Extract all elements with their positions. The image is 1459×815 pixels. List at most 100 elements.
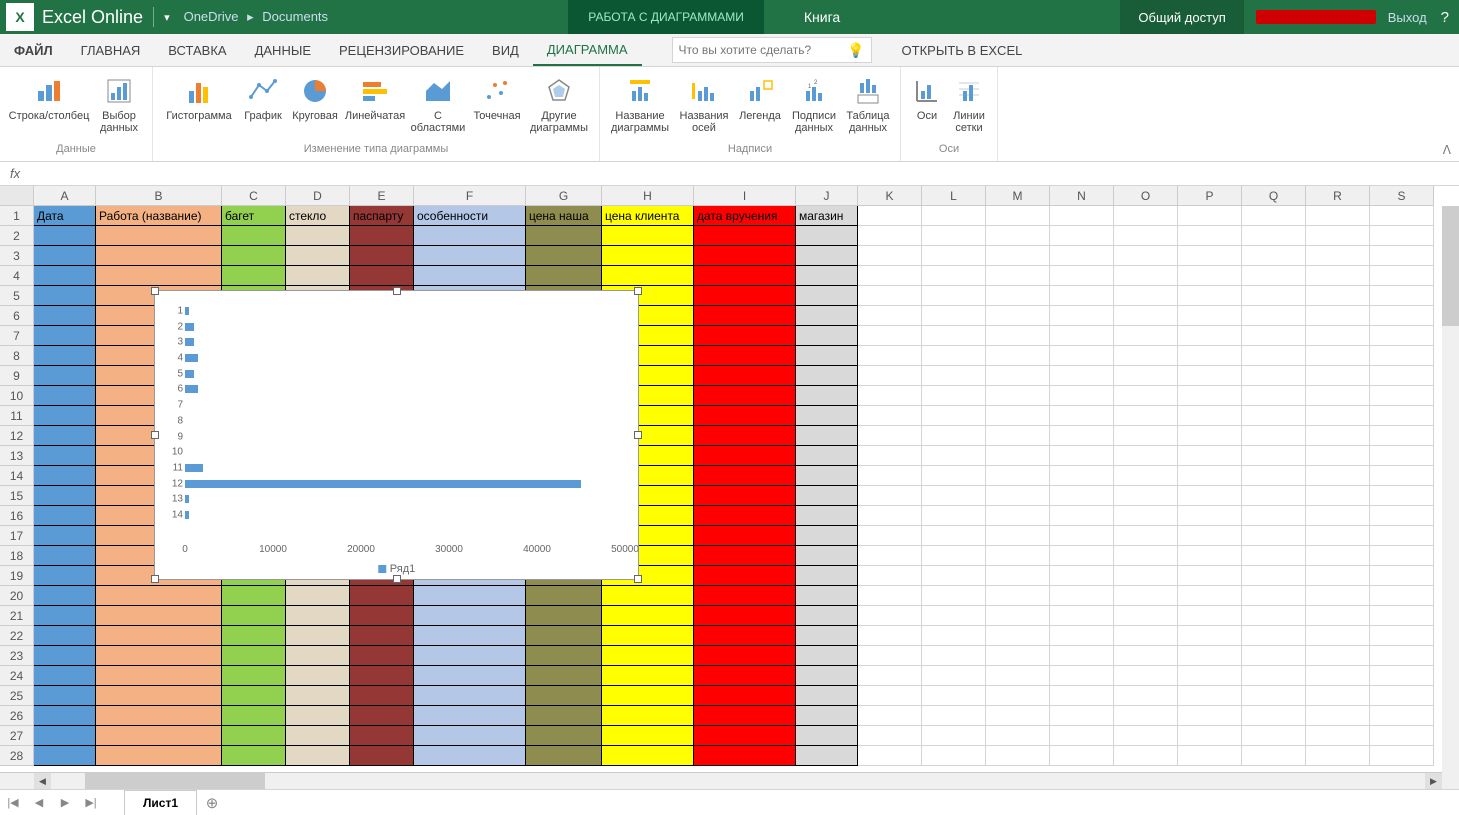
cell-Q23[interactable]: [1242, 646, 1306, 666]
cell-I8[interactable]: [694, 346, 796, 366]
cell-I20[interactable]: [694, 586, 796, 606]
cell-I11[interactable]: [694, 406, 796, 426]
cell-K18[interactable]: [858, 546, 922, 566]
cell-D22[interactable]: [286, 626, 350, 646]
cell-O6[interactable]: [1114, 306, 1178, 326]
cell-A22[interactable]: [34, 626, 96, 646]
row-header-24[interactable]: 24: [0, 666, 34, 686]
chart-handle-br[interactable]: [634, 575, 642, 583]
cell-H24[interactable]: [602, 666, 694, 686]
cell-J11[interactable]: [796, 406, 858, 426]
cell-R3[interactable]: [1306, 246, 1370, 266]
col-header-K[interactable]: K: [858, 186, 922, 206]
cell-N27[interactable]: [1050, 726, 1114, 746]
cell-P5[interactable]: [1178, 286, 1242, 306]
cell-S25[interactable]: [1370, 686, 1434, 706]
cell-Q15[interactable]: [1242, 486, 1306, 506]
cell-S11[interactable]: [1370, 406, 1434, 426]
cell-Q12[interactable]: [1242, 426, 1306, 446]
cell-O17[interactable]: [1114, 526, 1178, 546]
cell-E23[interactable]: [350, 646, 414, 666]
cell-P14[interactable]: [1178, 466, 1242, 486]
cell-O28[interactable]: [1114, 746, 1178, 766]
cell-N7[interactable]: [1050, 326, 1114, 346]
cell-P17[interactable]: [1178, 526, 1242, 546]
chart-handle-tm[interactable]: [393, 287, 401, 295]
tab-home[interactable]: ГЛАВНАЯ: [67, 34, 155, 66]
cell-L18[interactable]: [922, 546, 986, 566]
help-icon[interactable]: ?: [1441, 9, 1449, 26]
cell-S3[interactable]: [1370, 246, 1434, 266]
open-in-excel-link[interactable]: ОТКРЫТЬ В EXCEL: [902, 34, 1023, 66]
cell-J27[interactable]: [796, 726, 858, 746]
cell-I22[interactable]: [694, 626, 796, 646]
row-header-5[interactable]: 5: [0, 286, 34, 306]
cell-Q20[interactable]: [1242, 586, 1306, 606]
cell-O13[interactable]: [1114, 446, 1178, 466]
cell-L1[interactable]: [922, 206, 986, 226]
row-header-20[interactable]: 20: [0, 586, 34, 606]
cell-S6[interactable]: [1370, 306, 1434, 326]
cell-K20[interactable]: [858, 586, 922, 606]
cell-I4[interactable]: [694, 266, 796, 286]
cell-J5[interactable]: [796, 286, 858, 306]
cell-L21[interactable]: [922, 606, 986, 626]
col-header-R[interactable]: R: [1306, 186, 1370, 206]
tell-me-input[interactable]: [673, 43, 848, 57]
cell-R4[interactable]: [1306, 266, 1370, 286]
cell-E1[interactable]: паспарту: [350, 206, 414, 226]
cell-F24[interactable]: [414, 666, 526, 686]
cell-P20[interactable]: [1178, 586, 1242, 606]
cell-L5[interactable]: [922, 286, 986, 306]
cell-M9[interactable]: [986, 366, 1050, 386]
cell-N19[interactable]: [1050, 566, 1114, 586]
cell-A7[interactable]: [34, 326, 96, 346]
cell-L22[interactable]: [922, 626, 986, 646]
cell-C26[interactable]: [222, 706, 286, 726]
cell-F1[interactable]: особенности: [414, 206, 526, 226]
col-header-S[interactable]: S: [1370, 186, 1434, 206]
cell-P23[interactable]: [1178, 646, 1242, 666]
cell-D28[interactable]: [286, 746, 350, 766]
cell-N13[interactable]: [1050, 446, 1114, 466]
cell-C25[interactable]: [222, 686, 286, 706]
cell-P21[interactable]: [1178, 606, 1242, 626]
row-header-7[interactable]: 7: [0, 326, 34, 346]
cell-R8[interactable]: [1306, 346, 1370, 366]
legend-button[interactable]: Легенда: [736, 71, 784, 122]
cell-M18[interactable]: [986, 546, 1050, 566]
cell-P13[interactable]: [1178, 446, 1242, 466]
cell-P3[interactable]: [1178, 246, 1242, 266]
cell-O5[interactable]: [1114, 286, 1178, 306]
cell-K26[interactable]: [858, 706, 922, 726]
cell-R13[interactable]: [1306, 446, 1370, 466]
cell-P27[interactable]: [1178, 726, 1242, 746]
cell-Q7[interactable]: [1242, 326, 1306, 346]
cell-M2[interactable]: [986, 226, 1050, 246]
cell-L23[interactable]: [922, 646, 986, 666]
cell-B2[interactable]: [96, 226, 222, 246]
cell-F20[interactable]: [414, 586, 526, 606]
cell-N21[interactable]: [1050, 606, 1114, 626]
cell-B4[interactable]: [96, 266, 222, 286]
sheet-nav-first[interactable]: |◀: [0, 796, 26, 809]
cell-A14[interactable]: [34, 466, 96, 486]
chevron-down-icon[interactable]: ▾: [164, 11, 170, 24]
cell-O18[interactable]: [1114, 546, 1178, 566]
cell-C2[interactable]: [222, 226, 286, 246]
cell-A5[interactable]: [34, 286, 96, 306]
cell-K19[interactable]: [858, 566, 922, 586]
row-header-16[interactable]: 16: [0, 506, 34, 526]
cell-C22[interactable]: [222, 626, 286, 646]
cell-I26[interactable]: [694, 706, 796, 726]
cell-H20[interactable]: [602, 586, 694, 606]
cell-J13[interactable]: [796, 446, 858, 466]
cell-M16[interactable]: [986, 506, 1050, 526]
cell-H23[interactable]: [602, 646, 694, 666]
cell-P16[interactable]: [1178, 506, 1242, 526]
cell-E22[interactable]: [350, 626, 414, 646]
cell-K5[interactable]: [858, 286, 922, 306]
cell-B26[interactable]: [96, 706, 222, 726]
cell-R24[interactable]: [1306, 666, 1370, 686]
cell-L16[interactable]: [922, 506, 986, 526]
